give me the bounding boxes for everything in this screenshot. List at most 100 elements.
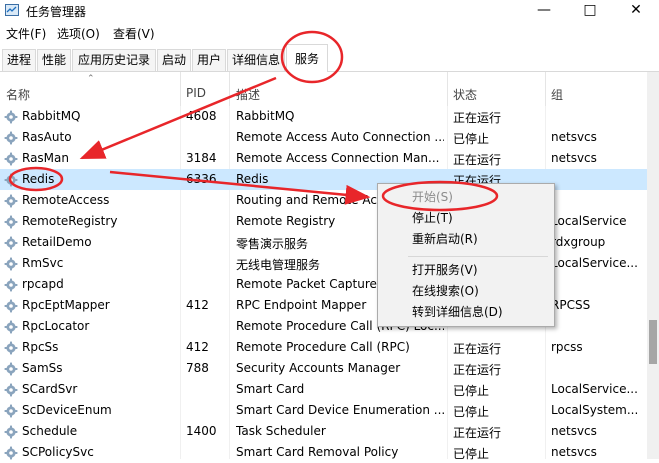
tab-details[interactable]: 详细信息 [227,49,285,71]
service-group: LocalService... [551,382,638,396]
gear-icon [4,320,18,334]
table-row[interactable]: ScDeviceEnum Smart Card Device Enumeratio… [0,400,647,421]
tab-app-history[interactable]: 应用历史记录 [72,49,156,71]
service-name: SCardSvr [22,382,78,396]
service-name: Redis [22,172,55,186]
service-name: RpcLocator [22,319,90,333]
service-name: RabbitMQ [22,109,81,123]
gear-icon [4,215,18,229]
service-status: 已停止 [453,405,490,419]
service-description: Remote Access Auto Connection ... [236,130,444,144]
service-description: RabbitMQ [236,109,295,123]
minimize-button[interactable]: — [521,0,567,22]
service-group: LocalSystem... [551,403,639,417]
column-pid[interactable]: PID [186,86,206,100]
column-name[interactable]: 名称 [6,86,30,103]
table-row[interactable]: SCardSvr Smart Card 已停止 LocalService... [0,379,647,400]
table-row[interactable]: Schedule 1400 Task Scheduler 正在运行 netsvcs [0,421,647,442]
tab-bar: 进程 性能 应用历史记录 启动 用户 详细信息 服务 [0,42,659,72]
service-description: Task Scheduler [236,424,326,438]
column-description[interactable]: 描述 [236,86,260,103]
table-row[interactable]: RasAuto Remote Access Auto Connection ...… [0,127,647,148]
task-manager-icon [5,4,19,16]
column-status[interactable]: 状态 [453,86,477,103]
menu-view[interactable]: 查看(V) [113,25,155,42]
service-description: Smart Card Device Enumeration ... [236,403,444,417]
context-open-services[interactable]: 打开服务(V) [378,260,554,281]
service-name: RasMan [22,151,69,165]
context-separator [408,256,548,257]
maximize-button[interactable]: □ [567,0,613,22]
service-status: 已停止 [453,132,490,146]
context-search-online[interactable]: 在线搜索(O) [378,281,554,302]
context-go-to-details[interactable]: 转到详细信息(D) [378,302,554,323]
tab-services[interactable]: 服务 [286,44,328,72]
scrollbar-thumb[interactable] [649,320,657,364]
service-name: RasAuto [22,130,72,144]
service-name: rpcapd [22,277,64,291]
context-start[interactable]: 开始(S) [378,187,554,208]
gear-icon [4,383,18,397]
tab-users[interactable]: 用户 [192,49,226,71]
gear-icon [4,278,18,292]
gear-icon [4,341,18,355]
gear-icon [4,236,18,250]
context-menu: 开始(S) 停止(T) 重新启动(R) 打开服务(V) 在线搜索(O) 转到详细… [377,183,555,327]
table-row[interactable]: RasMan 3184 Remote Access Connection Man..… [0,148,647,169]
gear-icon [4,362,18,376]
service-group: netsvcs [551,130,597,144]
close-button[interactable]: ✕ [613,0,659,22]
column-divider[interactable] [447,72,448,106]
sort-up-icon: ⌃ [87,74,95,84]
service-pid: 4608 [186,109,217,123]
service-pid: 1400 [186,424,217,438]
service-status: 正在运行 [453,111,502,125]
service-name: SamSs [22,361,63,375]
service-group: netsvcs [551,445,597,459]
service-status: 已停止 [453,447,490,461]
gear-icon [4,257,18,271]
tab-performance[interactable]: 性能 [37,49,71,71]
service-pid: 3184 [186,151,217,165]
column-divider[interactable] [545,72,546,106]
service-status: 已停止 [453,384,490,398]
service-status: 正在运行 [453,363,502,377]
gear-icon [4,446,18,460]
column-divider[interactable] [229,72,230,106]
gear-icon [4,110,18,124]
service-pid: 412 [186,340,209,354]
service-group: rdxgroup [551,235,606,249]
service-name: RpcSs [22,340,59,354]
tab-startup[interactable]: 启动 [157,49,191,71]
service-group: netsvcs [551,151,597,165]
service-group: LocalService... [551,256,638,270]
vertical-scrollbar[interactable] [647,72,659,459]
table-row[interactable]: RabbitMQ 4608 RabbitMQ 正在运行 [0,106,647,127]
service-status: 正在运行 [453,342,502,356]
gear-icon [4,173,18,187]
service-pid: 412 [186,298,209,312]
column-divider[interactable] [180,72,181,106]
gear-icon [4,404,18,418]
menu-bar: 文件(F) 选项(O) 查看(V) [0,22,659,42]
table-row[interactable]: SamSs 788 Security Accounts Manager 正在运行 [0,358,647,379]
service-name: RemoteAccess [22,193,110,207]
service-pid: 6336 [186,172,217,186]
gear-icon [4,299,18,313]
service-description: Smart Card [236,382,305,396]
table-row[interactable]: RpcSs 412 Remote Procedure Call (RPC) 正在运行 r… [0,337,647,358]
table-row[interactable]: SCPolicySvc Smart Card Removal Policy 已停止 n… [0,442,647,463]
service-group: netsvcs [551,424,597,438]
service-description: Remote Access Connection Man... [236,151,440,165]
tab-processes[interactable]: 进程 [2,49,36,71]
service-group: rpcss [551,340,583,354]
context-stop[interactable]: 停止(T) [378,208,554,229]
service-name: SCPolicySvc [22,445,94,459]
context-restart[interactable]: 重新启动(R) [378,229,554,250]
column-group[interactable]: 组 [551,86,563,103]
menu-options[interactable]: 选项(O) [57,25,100,42]
gear-icon [4,131,18,145]
menu-file[interactable]: 文件(F) [6,25,46,42]
service-description: Security Accounts Manager [236,361,401,375]
service-description: Remote Procedure Call (RPC) [236,340,410,354]
